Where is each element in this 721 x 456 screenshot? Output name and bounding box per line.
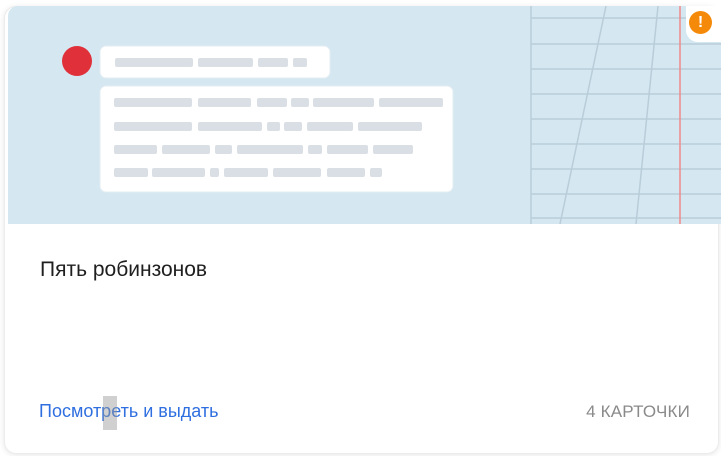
cards-count-label: 4 КАРТОЧКИ xyxy=(586,402,690,421)
chat-notebook-illustration xyxy=(62,6,721,224)
view-and-assign-link[interactable]: Посмотреть и выдать xyxy=(39,401,219,422)
exclamation-icon[interactable]: ! xyxy=(689,11,712,34)
card-illustration xyxy=(8,6,721,224)
task-card[interactable]: ! Пять робинзонов Посмотреть и выдать 4 … xyxy=(0,0,721,456)
card-title: Пять робинзонов xyxy=(40,258,208,281)
